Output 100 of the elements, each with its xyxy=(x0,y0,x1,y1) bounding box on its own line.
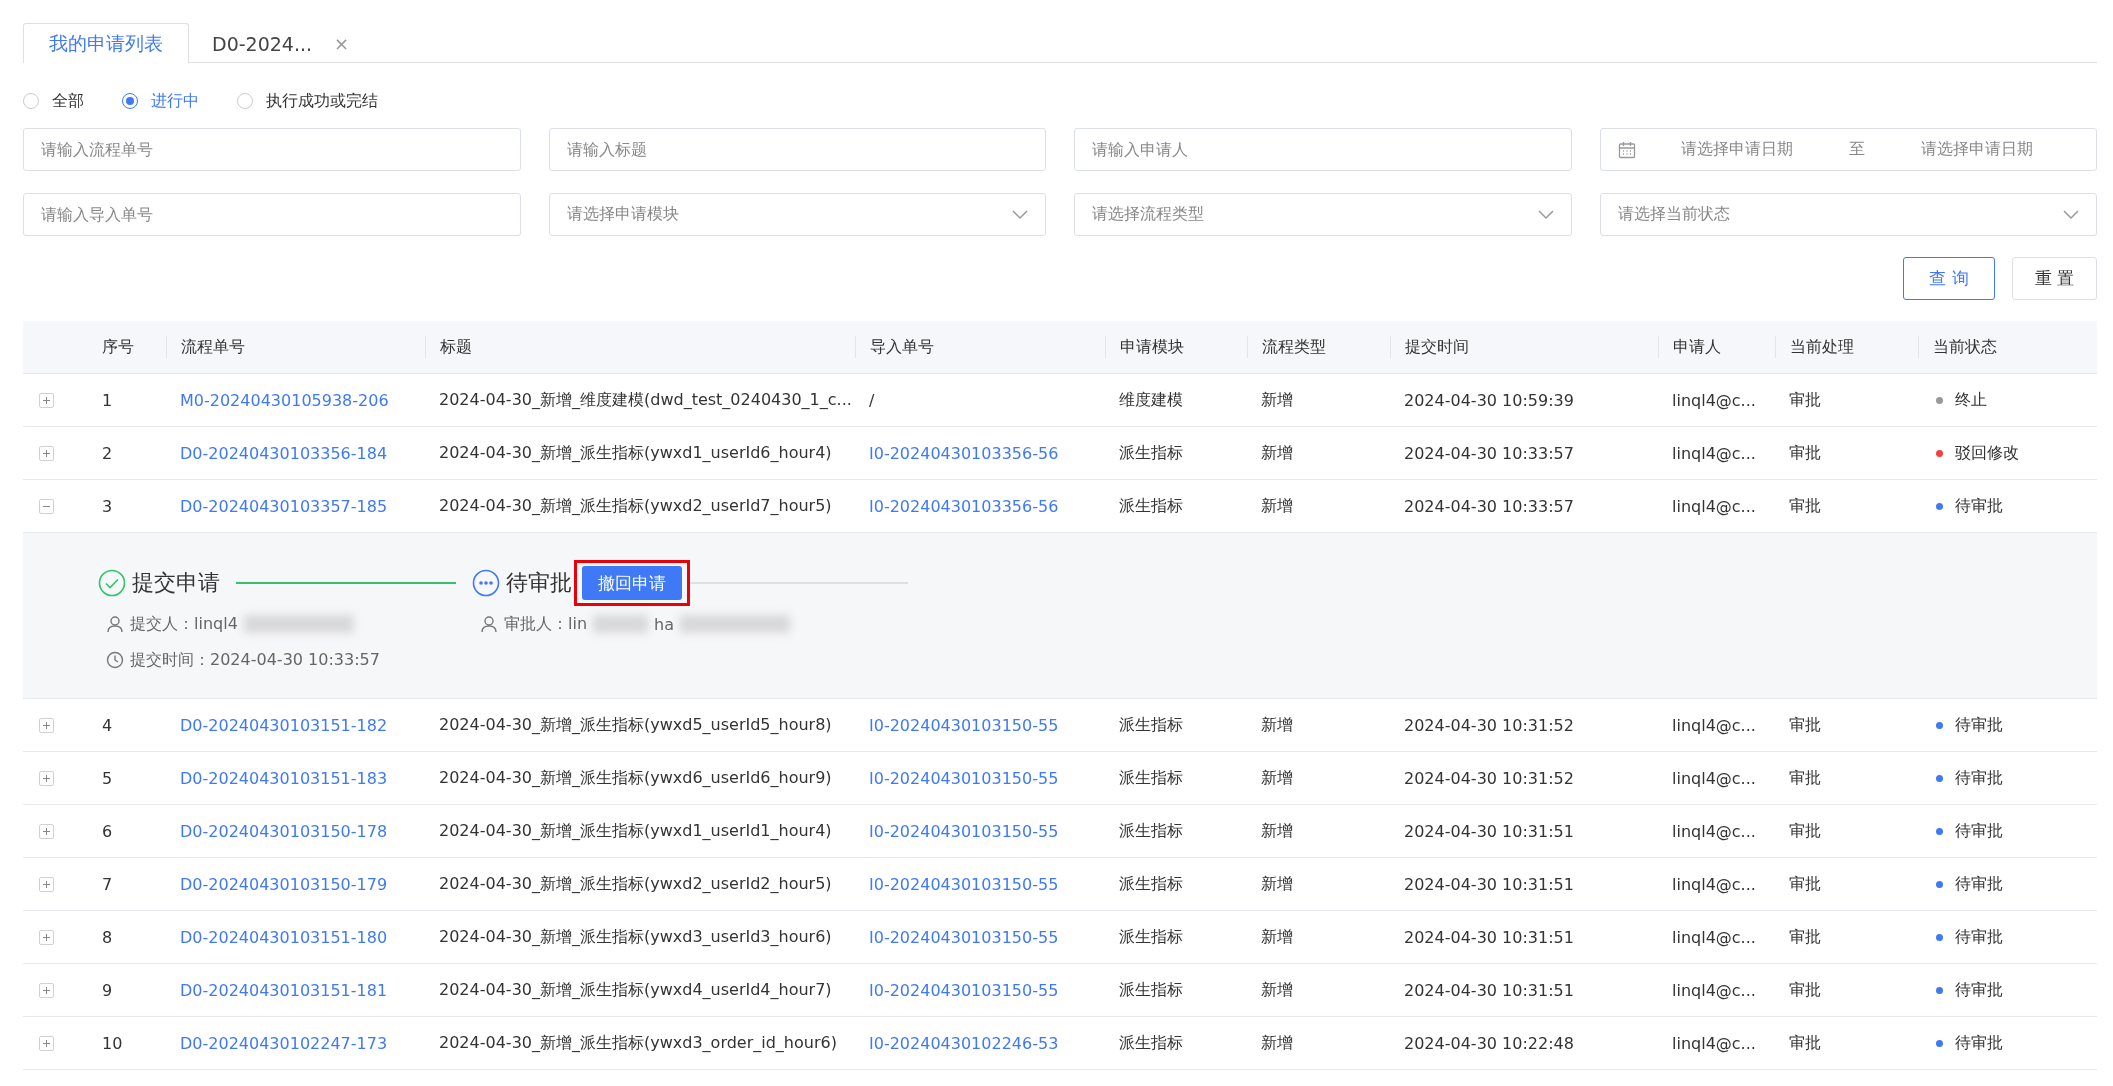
withdraw-button[interactable]: 撤回申请 xyxy=(582,566,682,600)
expand-toggle[interactable] xyxy=(39,445,54,461)
table-link[interactable]: I0-20240430102246-53 xyxy=(869,1033,1059,1053)
table-cell: 派生指标 xyxy=(1119,926,1183,946)
table-link[interactable]: D0-20240430103151-180 xyxy=(180,927,388,947)
table-cell: 2024-04-30_新增_派生指标(ywxd4_userId4_hour7) xyxy=(439,979,832,999)
radio-label[interactable]: 全部 xyxy=(52,90,84,112)
column-header: 流程类型 xyxy=(1247,336,1390,358)
table-cell: 新增 xyxy=(1261,873,1293,893)
status-label: 待审批 xyxy=(1955,820,2003,842)
status-label: 待审批 xyxy=(1955,926,2003,948)
collapse-toggle[interactable] xyxy=(39,498,54,514)
close-icon[interactable]: × xyxy=(334,33,350,54)
table-link[interactable]: D0-20240430103151-182 xyxy=(180,715,388,735)
table-cell: 2024-04-30_新增_派生指标(ywxd1_userId1_hour4) xyxy=(439,820,832,840)
table-cell: 派生指标 xyxy=(1119,873,1183,893)
table-cell: 2024-04-30_新增_派生指标(ywxd2_userId2_hour5) xyxy=(439,873,832,893)
plus-icon xyxy=(42,720,51,730)
status-label: 待审批 xyxy=(1955,873,2003,895)
tab[interactable]: 我的申请列表 xyxy=(23,23,189,63)
expand-toggle[interactable] xyxy=(39,876,54,892)
radio-label[interactable]: 执行成功或完结 xyxy=(266,90,378,112)
table-link[interactable]: I0-20240430103356-56 xyxy=(869,496,1059,516)
table-cell: 7 xyxy=(102,874,113,894)
table-link[interactable]: D0-20240430103357-185 xyxy=(180,496,388,516)
column-header: 当前状态 xyxy=(1918,336,2097,358)
table-cell: 派生指标 xyxy=(1119,820,1183,840)
table-cell: linql4@c... xyxy=(1672,1033,1756,1053)
detail-text: 审批人：lin xyxy=(504,613,588,635)
table-link[interactable]: I0-20240430103150-55 xyxy=(869,927,1059,947)
table-cell: 2024-04-30_新增_维度建模(dwd_test_0240430_1_c... xyxy=(439,389,852,409)
table-cell: 新增 xyxy=(1261,979,1293,999)
plus-icon xyxy=(42,1038,51,1048)
table-link[interactable]: D0-20240430103356-184 xyxy=(180,443,388,463)
table-link[interactable]: I0-20240430103150-55 xyxy=(869,874,1059,894)
expand-toggle[interactable] xyxy=(39,982,54,998)
radio-label[interactable]: 进行中 xyxy=(151,90,199,112)
status-label: 待审批 xyxy=(1955,767,2003,789)
table-link[interactable]: D0-20240430102247-173 xyxy=(180,1033,388,1053)
table-link[interactable]: D0-20240430103150-179 xyxy=(180,874,388,894)
expand-toggle[interactable] xyxy=(39,823,54,839)
input-field[interactable]: 请输入导入单号 xyxy=(23,193,521,236)
table-cell: 新增 xyxy=(1261,442,1293,462)
select-field[interactable]: 请选择流程类型 xyxy=(1074,193,1572,236)
tab[interactable]: D0-2024... × xyxy=(189,23,373,63)
table-cell: 9 xyxy=(102,980,113,1000)
input-field[interactable]: 请输入流程单号 xyxy=(23,128,521,171)
chevron-down-icon xyxy=(1537,209,1554,220)
table-link[interactable]: M0-20240430105938-206 xyxy=(180,390,389,410)
plus-icon xyxy=(42,932,51,942)
table-cell: 审批 xyxy=(1789,1032,1821,1052)
table-cell: 2024-04-30 10:31:52 xyxy=(1404,715,1574,735)
more-circle-icon xyxy=(472,569,500,597)
table-cell: 2024-04-30 10:33:57 xyxy=(1404,496,1574,516)
expand-toggle[interactable] xyxy=(39,770,54,786)
expand-toggle[interactable] xyxy=(39,392,54,408)
table-cell: 2024-04-30_新增_派生指标(ywxd3_order_id_hour6) xyxy=(439,1032,837,1052)
table-link[interactable]: D0-20240430103151-183 xyxy=(180,768,388,788)
table-cell: 3 xyxy=(102,496,113,516)
column-header: 申请模块 xyxy=(1105,336,1247,358)
table-cell: 派生指标 xyxy=(1119,979,1183,999)
user-icon xyxy=(480,615,498,633)
table-cell: linql4@c... xyxy=(1672,821,1756,841)
table-link[interactable]: D0-20240430103151-181 xyxy=(180,980,388,1000)
table-cell: 新增 xyxy=(1261,1032,1293,1052)
table-link[interactable]: I0-20240430103150-55 xyxy=(869,980,1059,1000)
table-cell: 6 xyxy=(102,821,113,841)
table-cell: 新增 xyxy=(1261,714,1293,734)
table-link[interactable]: I0-20240430103356-56 xyxy=(869,443,1059,463)
date-range-field[interactable]: 请选择申请日期 至 请选择申请日期 xyxy=(1599,128,2097,171)
reset-button[interactable]: 重 置 xyxy=(2011,257,2097,300)
input-field[interactable]: 请输入申请人 xyxy=(1074,128,1572,171)
table-cell: 派生指标 xyxy=(1119,1032,1183,1052)
table-cell: linql4@c... xyxy=(1672,874,1756,894)
table-link[interactable]: I0-20240430103150-55 xyxy=(869,768,1059,788)
table-cell: 审批 xyxy=(1789,442,1821,462)
table-cell: linql4@c... xyxy=(1672,768,1756,788)
table-link[interactable]: D0-20240430103150-178 xyxy=(180,821,388,841)
column-header: 导入单号 xyxy=(855,336,1105,358)
input-field[interactable]: 请输入标题 xyxy=(548,128,1046,171)
table-cell: 2024-04-30_新增_派生指标(ywxd3_userId3_hour6) xyxy=(439,926,832,946)
select-field[interactable]: 请选择当前状态 xyxy=(1599,193,2097,236)
table-cell: 新增 xyxy=(1261,820,1293,840)
table-cell: 新增 xyxy=(1261,389,1293,409)
expand-toggle[interactable] xyxy=(39,929,54,945)
expand-toggle[interactable] xyxy=(39,717,54,733)
table-cell: 8 xyxy=(102,927,113,947)
table-link[interactable]: I0-20240430103150-55 xyxy=(869,715,1059,735)
table-cell: linql4@c... xyxy=(1672,496,1756,516)
plus-icon xyxy=(42,395,51,405)
expand-toggle[interactable] xyxy=(39,1035,54,1051)
table-cell: 2024-04-30_新增_派生指标(ywxd6_userId6_hour9) xyxy=(439,767,832,787)
clock-icon xyxy=(106,651,124,669)
search-button[interactable]: 查 询 xyxy=(1903,257,1995,300)
table-cell: 2024-04-30 10:31:51 xyxy=(1404,927,1574,947)
select-field[interactable]: 请选择申请模块 xyxy=(548,193,1046,236)
table-cell: 审批 xyxy=(1789,820,1821,840)
table-link[interactable]: I0-20240430103150-55 xyxy=(869,821,1059,841)
table-cell: 2024-04-30 10:31:52 xyxy=(1404,768,1574,788)
table-cell: 2024-04-30 10:33:57 xyxy=(1404,443,1574,463)
